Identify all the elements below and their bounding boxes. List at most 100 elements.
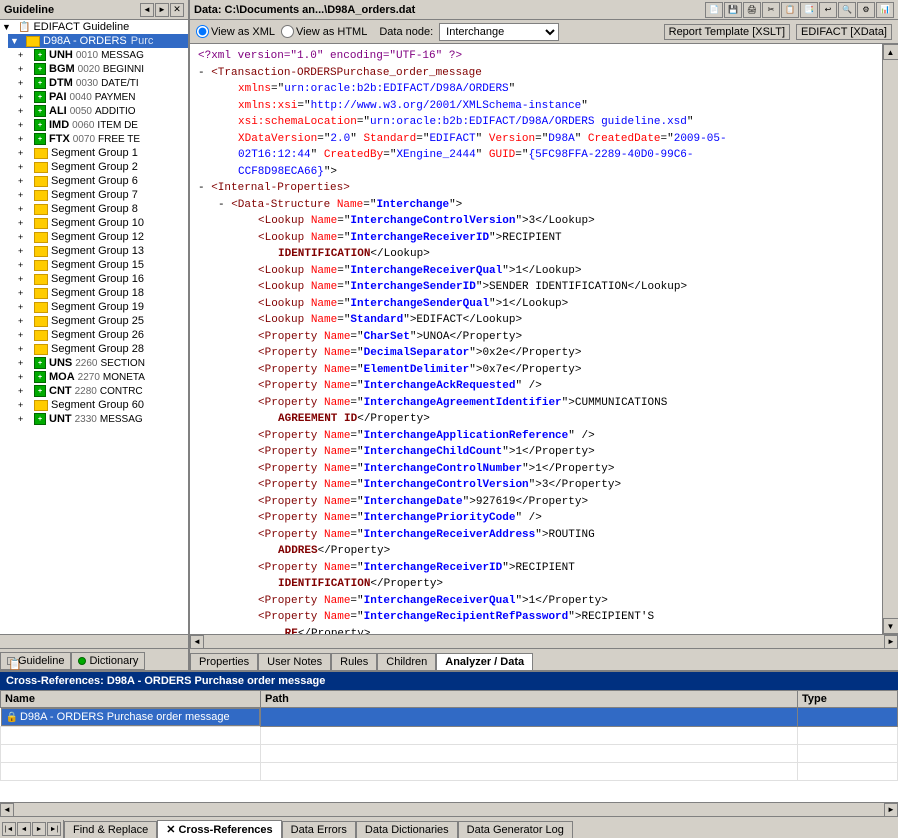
data-node-select[interactable]: Interchange <box>439 23 559 41</box>
list-item[interactable]: + Segment Group 60 <box>16 398 188 412</box>
segment-desc: MONETA <box>103 372 145 383</box>
bottom-scroll-left-btn[interactable]: ◄ <box>0 803 14 817</box>
guideline-header: Guideline ◄ ► ✕ <box>0 0 188 20</box>
list-item[interactable]: + + PAI 0040 PAYMEN <box>16 90 188 104</box>
list-item[interactable]: + + UNT 2330 MESSAG <box>16 412 188 426</box>
list-item[interactable]: + Segment Group 26 <box>16 328 188 342</box>
list-item[interactable]: + + UNH 0010 MESSAG <box>16 48 188 62</box>
list-item[interactable]: + + FTX 0070 FREE TE <box>16 132 188 146</box>
list-item[interactable]: + Segment Group 15 <box>16 258 188 272</box>
view-xml-radio-label[interactable]: View as XML <box>196 25 275 38</box>
list-item[interactable]: + + DTM 0030 DATE/TI <box>16 76 188 90</box>
list-item[interactable]: + Segment Group 19 <box>16 300 188 314</box>
tab-cross-references[interactable]: ✕ Cross-References <box>157 820 281 838</box>
list-item[interactable]: + Segment Group 2 <box>16 160 188 174</box>
xml-line: CCF8D98ECA66}"> <box>238 164 874 181</box>
bottom-nav-last-btn[interactable]: ►| <box>47 822 61 836</box>
list-item[interactable]: + + BGM 0020 BEGINNI <box>16 62 188 76</box>
list-item[interactable]: + Segment Group 10 <box>16 216 188 230</box>
segment-desc: FREE TE <box>98 134 140 145</box>
table-row[interactable]: 🔒 D98A - ORDERS Purchase order message <box>1 708 898 727</box>
xml-line: <Property Name="ElementDelimiter">0x7e</… <box>258 362 874 379</box>
segment-num: 2280 <box>75 386 97 397</box>
bottom-nav-controls: |◄ ◄ ► ►| <box>0 820 64 838</box>
xml-scrollbar-v[interactable]: ▲ ▼ <box>882 44 898 634</box>
segment-code: UNH <box>49 49 73 61</box>
tab-dictionary[interactable]: Dictionary <box>71 652 145 670</box>
close-panel-btn[interactable]: ✕ <box>170 3 184 17</box>
list-item[interactable]: + Segment Group 18 <box>16 286 188 300</box>
tab-analyzer-data[interactable]: Analyzer / Data <box>436 653 533 670</box>
tree-item[interactable]: ▼ 📋 EDIFACT Guideline <box>0 20 188 34</box>
list-item[interactable]: + + UNS 2260 SECTION <box>16 356 188 370</box>
icon-btn-10[interactable]: 📊 <box>876 2 894 18</box>
expand-icon: + <box>18 386 34 396</box>
icon-btn-8[interactable]: 🔍 <box>838 2 856 18</box>
list-item[interactable]: + + MOA 2270 MONETA <box>16 370 188 384</box>
tab-properties[interactable]: Properties <box>190 653 258 670</box>
bottom-nav-first-btn[interactable]: |◄ <box>2 822 16 836</box>
tab-guideline[interactable]: 📋 Guideline <box>0 652 71 670</box>
view-html-radio[interactable] <box>281 25 294 38</box>
tab-children[interactable]: Children <box>377 653 436 670</box>
scroll-down-btn[interactable]: ▼ <box>883 618 898 634</box>
xml-line: <Lookup Name="InterchangeReceiverID">REC… <box>258 230 874 247</box>
view-xml-radio[interactable] <box>196 25 209 38</box>
tab-find-replace[interactable]: Find & Replace <box>64 821 157 838</box>
list-item[interactable]: + + ALI 0050 ADDITIO <box>16 104 188 118</box>
xml-scrollbar-h[interactable]: ◄ ► <box>190 634 898 648</box>
view-html-radio-label[interactable]: View as HTML <box>281 25 367 38</box>
folder-icon <box>34 344 48 355</box>
nav-right-btn[interactable]: ► <box>155 3 169 17</box>
icon-btn-9[interactable]: ⚙ <box>857 2 875 18</box>
list-item[interactable]: + Segment Group 28 <box>16 342 188 356</box>
list-item[interactable]: + Segment Group 1 <box>16 146 188 160</box>
col-name: Name <box>1 691 261 708</box>
scroll-right-btn[interactable]: ► <box>884 635 898 649</box>
tree-scrollbar-h[interactable] <box>0 634 188 648</box>
icon-btn-7[interactable]: ↩ <box>819 2 837 18</box>
tree-item[interactable]: ▼ D98A - ORDERS Purc <box>8 34 188 48</box>
list-item[interactable]: + Segment Group 6 <box>16 174 188 188</box>
view-xml-label: View as XML <box>211 26 275 38</box>
scroll-left-btn[interactable]: ◄ <box>190 635 204 649</box>
icon-btn-4[interactable]: ✂ <box>762 2 780 18</box>
list-item[interactable]: + Segment Group 13 <box>16 244 188 258</box>
list-item[interactable]: + + IMD 0060 ITEM DE <box>16 118 188 132</box>
expand-icon: + <box>18 50 34 60</box>
xml-line: RE</Property> <box>278 626 874 635</box>
xml-line: <Property Name="InterchangeAgreementIden… <box>258 395 874 412</box>
list-item[interactable]: + Segment Group 7 <box>16 188 188 202</box>
list-item[interactable]: + Segment Group 16 <box>16 272 188 286</box>
list-item[interactable]: + Segment Group 25 <box>16 314 188 328</box>
segment-code: DTM <box>49 77 73 89</box>
group-label: Segment Group 10 <box>51 217 144 229</box>
bottom-nav-next-btn[interactable]: ► <box>32 822 46 836</box>
icon-btn-1[interactable]: 📄 <box>705 2 723 18</box>
segment-num: 0040 <box>70 92 92 103</box>
green-icon: + <box>34 413 46 425</box>
bottom-scroll-right-btn[interactable]: ► <box>884 803 898 817</box>
list-item[interactable]: + + CNT 2280 CONTRC <box>16 384 188 398</box>
tab-data-errors[interactable]: Data Errors <box>282 821 356 838</box>
tab-data-dictionaries[interactable]: Data Dictionaries <box>356 821 458 838</box>
tab-data-generator-log[interactable]: Data Generator Log <box>458 821 573 838</box>
tab-rules[interactable]: Rules <box>331 653 377 670</box>
guideline-tab-label: Guideline <box>18 655 64 667</box>
list-item[interactable]: + Segment Group 8 <box>16 202 188 216</box>
report-template-btn[interactable]: Report Template [XSLT] <box>664 24 790 40</box>
icon-btn-6[interactable]: 📑 <box>800 2 818 18</box>
bottom-scrollbar-h[interactable]: ◄ ► <box>0 802 898 816</box>
icon-btn-3[interactable]: 🖨 <box>743 2 761 18</box>
list-item[interactable]: + Segment Group 12 <box>16 230 188 244</box>
edifact-xdata-btn[interactable]: EDIFACT [XData] <box>796 24 892 40</box>
icon-btn-5[interactable]: 📋 <box>781 2 799 18</box>
scroll-up-btn[interactable]: ▲ <box>883 44 898 60</box>
app-container: Guideline ◄ ► ✕ ▼ 📋 EDIFACT Guideline ▼ <box>0 0 898 838</box>
icon-btn-2[interactable]: 💾 <box>724 2 742 18</box>
nav-left-btn[interactable]: ◄ <box>140 3 154 17</box>
group-label: Segment Group 18 <box>51 287 144 299</box>
bottom-nav-prev-btn[interactable]: ◄ <box>17 822 31 836</box>
xml-line: 02T16:12:44" CreatedBy="XEngine_2444" GU… <box>238 147 874 164</box>
tab-user-notes[interactable]: User Notes <box>258 653 331 670</box>
